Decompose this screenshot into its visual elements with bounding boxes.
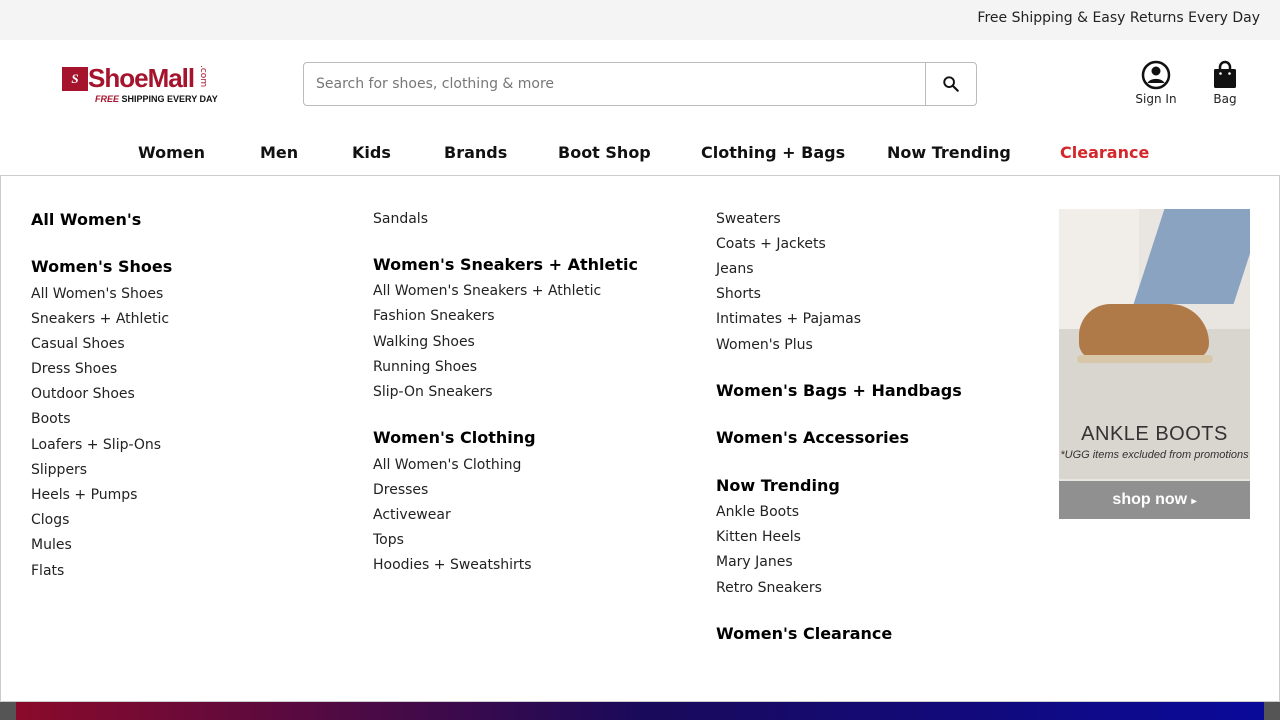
hero-banner-edge xyxy=(0,702,1280,720)
now-trending-heading[interactable]: Now Trending xyxy=(716,476,840,495)
logo-com: .com xyxy=(198,65,208,88)
menu-link[interactable]: Hoodies + Sweatshirts xyxy=(373,557,532,573)
nav-item-women[interactable]: Women xyxy=(138,143,205,179)
womens-shoes-heading[interactable]: Women's Shoes xyxy=(31,257,172,276)
search-box xyxy=(303,62,977,106)
nav-item-boot-shop[interactable]: Boot Shop xyxy=(558,143,651,179)
menu-link[interactable]: Dresses xyxy=(373,482,428,498)
menu-link[interactable]: Clogs xyxy=(31,512,69,528)
search-input[interactable] xyxy=(304,63,925,105)
nav-item-now-trending[interactable]: Now Trending xyxy=(887,143,1011,179)
menu-link[interactable]: Fashion Sneakers xyxy=(373,308,495,324)
menu-link[interactable]: Walking Shoes xyxy=(373,334,475,350)
menu-link[interactable]: Sneakers + Athletic xyxy=(31,311,169,327)
logo-mark: S xyxy=(62,67,88,91)
menu-link[interactable]: Jeans xyxy=(716,261,754,277)
menu-link[interactable]: Loafers + Slip-Ons xyxy=(31,437,161,453)
nav-item-clothing-bags[interactable]: Clothing + Bags xyxy=(701,143,845,179)
womens-clothing-heading[interactable]: Women's Clothing xyxy=(373,428,536,447)
menu-link[interactable]: Activewear xyxy=(373,507,451,523)
womens-accessories-heading[interactable]: Women's Accessories xyxy=(716,428,909,447)
sign-in-button[interactable]: Sign In xyxy=(1128,60,1184,106)
menu-link[interactable]: Ankle Boots xyxy=(716,504,799,520)
menu-link[interactable]: Slippers xyxy=(31,462,87,478)
menu-link[interactable]: Running Shoes xyxy=(373,359,477,375)
menu-link[interactable]: Heels + Pumps xyxy=(31,487,137,503)
all-womens-link[interactable]: All Women's xyxy=(31,210,141,229)
menu-link[interactable]: Tops xyxy=(373,532,404,548)
main-nav: Women Men Kids Brands Boot Shop Clothing… xyxy=(0,140,1280,179)
nav-item-brands[interactable]: Brands xyxy=(444,143,507,179)
promo-title: ANKLE BOOTS xyxy=(1081,423,1228,445)
womens-bags-heading[interactable]: Women's Bags + Handbags xyxy=(716,381,962,400)
menu-link[interactable]: Mary Janes xyxy=(716,554,793,570)
menu-link[interactable]: Coats + Jackets xyxy=(716,236,826,252)
banner-gradient xyxy=(16,702,1264,720)
menu-link[interactable]: Dress Shoes xyxy=(31,361,117,377)
menu-link[interactable]: Mules xyxy=(31,537,72,553)
menu-link[interactable]: All Women's Clothing xyxy=(373,457,521,473)
promo-note: *UGG items excluded from promotions xyxy=(1060,449,1249,461)
bag-button[interactable]: Bag xyxy=(1200,60,1250,106)
caret-right-icon: ▸ xyxy=(1191,496,1197,507)
menu-link[interactable]: Sandals xyxy=(373,211,428,227)
search-button[interactable] xyxy=(925,63,976,105)
menu-link[interactable]: All Women's Shoes xyxy=(31,286,163,302)
promo-shoe xyxy=(1079,304,1209,359)
menu-link[interactable]: Intimates + Pajamas xyxy=(716,311,861,327)
promo-bar: Free Shipping & Easy Returns Every Day xyxy=(0,0,1280,40)
menu-link[interactable]: All Women's Sneakers + Athletic xyxy=(373,283,601,299)
logo-tagline: FREE SHIPPING EVERY DAY xyxy=(95,94,218,104)
user-icon xyxy=(1141,60,1171,90)
nav-item-men[interactable]: Men xyxy=(260,143,298,179)
menu-link[interactable]: Sweaters xyxy=(716,211,781,227)
menu-link[interactable]: Casual Shoes xyxy=(31,336,125,352)
search-icon xyxy=(943,76,959,92)
menu-link[interactable]: Slip-On Sneakers xyxy=(373,384,493,400)
shipping-promo: Free Shipping & Easy Returns Every Day xyxy=(977,10,1260,26)
shop-now-label: shop now xyxy=(1112,491,1188,508)
logo-word: ShoeMall xyxy=(88,63,195,93)
womens-sneakers-heading[interactable]: Women's Sneakers + Athletic xyxy=(373,255,638,274)
bag-label: Bag xyxy=(1213,92,1237,106)
nav-item-clearance[interactable]: Clearance xyxy=(1060,143,1149,179)
ankle-boots-promo[interactable]: ANKLE BOOTS *UGG items excluded from pro… xyxy=(1059,209,1250,519)
menu-link[interactable]: Flats xyxy=(31,563,64,579)
menu-link[interactable]: Boots xyxy=(31,411,71,427)
menu-link[interactable]: Women's Plus xyxy=(716,337,813,353)
nav-item-kids[interactable]: Kids xyxy=(352,143,391,179)
menu-link[interactable]: Outdoor Shoes xyxy=(31,386,135,402)
menu-link[interactable]: Shorts xyxy=(716,286,761,302)
shop-now-button[interactable]: shop now ▸ xyxy=(1059,481,1250,519)
bag-icon xyxy=(1214,60,1236,88)
menu-link[interactable]: Kitten Heels xyxy=(716,529,801,545)
sign-in-label: Sign In xyxy=(1135,92,1177,106)
logo-tag-free: FREE xyxy=(95,94,120,104)
promo-shoe-sole xyxy=(1077,355,1213,363)
womens-clearance-heading[interactable]: Women's Clearance xyxy=(716,624,892,643)
promo-jeans xyxy=(1133,209,1250,304)
logo-tag-rest: SHIPPING EVERY DAY xyxy=(121,94,218,104)
shoemall-logo[interactable]: S ShoeMall .com FREE SHIPPING EVERY DAY xyxy=(62,63,222,108)
mega-menu-panel: All Women's Women's Shoes All Women's Sh… xyxy=(0,175,1280,702)
menu-link[interactable]: Retro Sneakers xyxy=(716,580,822,596)
